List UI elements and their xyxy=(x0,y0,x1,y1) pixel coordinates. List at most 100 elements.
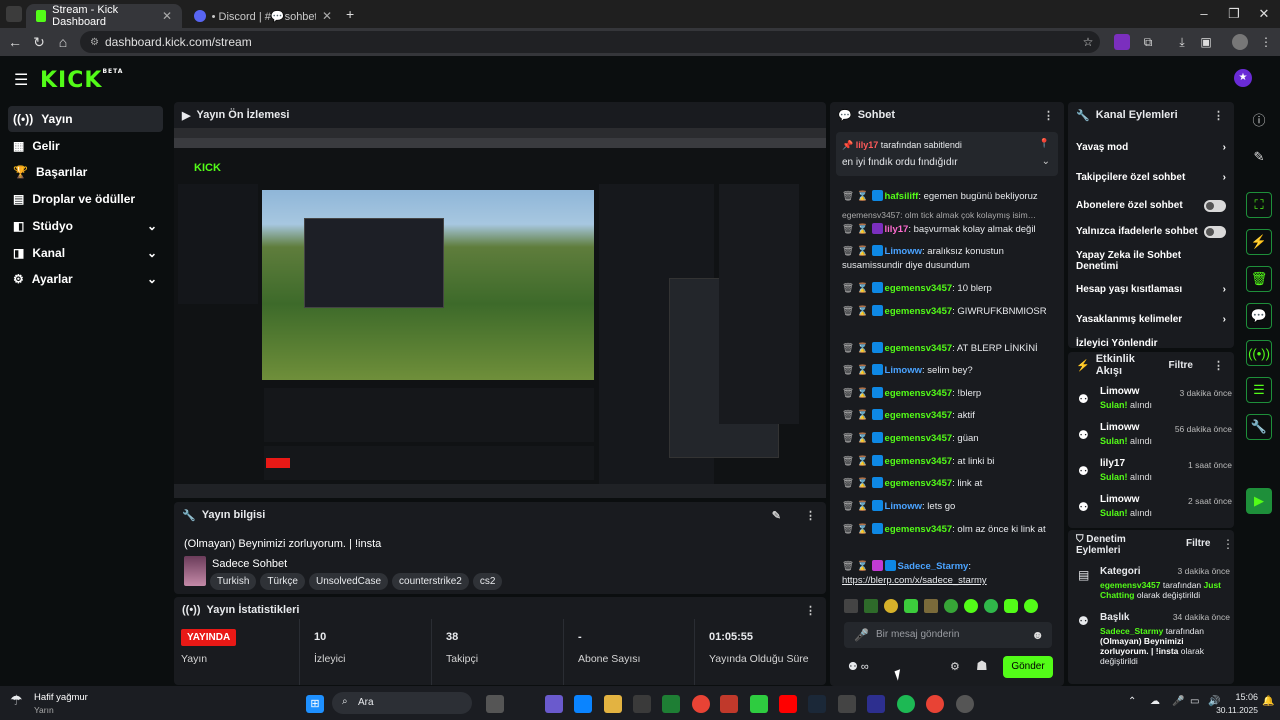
emote-icon[interactable] xyxy=(1004,599,1018,613)
emote-icon[interactable] xyxy=(944,599,958,613)
sidebar-item-yayin[interactable]: ((•)) Yayın xyxy=(8,106,163,132)
followers-only-row[interactable]: Takipçilere özel sohbet › xyxy=(1076,172,1226,183)
chat-username[interactable]: Sadece_Starmy xyxy=(898,561,969,572)
clip-icon[interactable]: ⛶ xyxy=(1246,192,1272,218)
broadcast-icon[interactable]: ((•)) xyxy=(1246,340,1272,366)
spotify-icon[interactable] xyxy=(897,695,915,713)
profile-avatar[interactable] xyxy=(1232,34,1248,50)
chrome-icon[interactable] xyxy=(926,695,944,713)
file-explorer-icon[interactable] xyxy=(604,695,622,713)
more-options-icon[interactable]: ⋮ xyxy=(1213,359,1224,372)
chat-username[interactable]: egemensv3457 xyxy=(885,524,953,535)
wrench-icon[interactable]: 🔧 xyxy=(1246,414,1272,440)
home-icon[interactable]: ⌂ xyxy=(51,34,75,50)
info-icon[interactable]: ⓘ xyxy=(1246,106,1272,132)
network-icon[interactable]: ▭ xyxy=(1190,696,1199,707)
sidebar-item-droplar[interactable]: ▤ Droplar ve ödüller xyxy=(8,186,163,212)
chat-username[interactable]: Limoww xyxy=(885,246,922,257)
task-view-icon[interactable] xyxy=(486,695,504,713)
app-icon[interactable] xyxy=(720,695,738,713)
emote-icon[interactable] xyxy=(904,599,918,613)
extension-icon[interactable] xyxy=(1114,34,1130,50)
sidebar-item-kanal[interactable]: ◨ Kanal ⌄ xyxy=(8,240,163,266)
banned-words-row[interactable]: Yasaklanmış kelimeler › xyxy=(1076,314,1226,325)
edit-pencil-icon[interactable]: ✎ xyxy=(772,509,781,522)
chrome-icon[interactable] xyxy=(692,695,710,713)
more-options-icon[interactable]: ⋮ xyxy=(1222,537,1234,551)
microphone-icon[interactable]: 🎤 xyxy=(854,628,869,642)
tab-kick-dashboard[interactable]: Stream - Kick Dashboard ✕ xyxy=(26,4,182,28)
app-icon[interactable] xyxy=(838,695,856,713)
chat-username[interactable]: Limoww xyxy=(885,365,922,376)
browser-menu-icon[interactable]: ⋮ xyxy=(1258,34,1274,50)
emote-icon[interactable] xyxy=(844,599,858,613)
tab-list-button[interactable] xyxy=(6,6,22,22)
chat-username[interactable]: egemensv3457 xyxy=(885,456,953,467)
highlight-icon[interactable]: ▶ xyxy=(1246,488,1272,514)
chat-username[interactable]: lily17 xyxy=(885,224,909,235)
sidebar-item-studyo[interactable]: ◧ Stüdyo ⌄ xyxy=(8,213,163,239)
filter-button[interactable]: Filtre xyxy=(1186,538,1210,549)
close-tab-icon[interactable]: ✕ xyxy=(162,9,172,23)
chat-username[interactable]: Limoww xyxy=(885,501,922,512)
chat-username[interactable]: egemensv3457 xyxy=(885,283,953,294)
emote-icon[interactable] xyxy=(964,599,978,613)
raid-row[interactable]: İzleyici Yönlendir xyxy=(1076,338,1226,348)
edit-pencil-icon[interactable]: ✎ xyxy=(1246,144,1272,170)
cloud-icon[interactable]: ☁ xyxy=(1150,696,1160,707)
list-icon[interactable]: ☰ xyxy=(1246,377,1272,403)
sidebar-item-basarilar[interactable]: 🏆 Başarılar xyxy=(8,159,163,185)
app-icon[interactable] xyxy=(545,695,563,713)
excel-icon[interactable] xyxy=(662,695,680,713)
emote-only-toggle[interactable] xyxy=(1204,226,1226,238)
microphone-icon[interactable]: 🎤 xyxy=(1172,696,1184,707)
chevron-down-icon[interactable]: ⌄ xyxy=(1042,156,1050,167)
more-options-icon[interactable]: ⋮ xyxy=(1043,109,1054,122)
emoji-icon[interactable]: ☻ xyxy=(1031,628,1044,642)
weather-icon[interactable]: ☂ xyxy=(10,692,23,709)
app-icon[interactable] xyxy=(867,695,885,713)
chat-username[interactable]: egemensv3457 xyxy=(885,478,953,489)
clock-time[interactable]: 15:06 xyxy=(1222,692,1258,702)
store-icon[interactable] xyxy=(633,695,651,713)
search-box[interactable]: ⌕ Ara xyxy=(332,692,472,714)
subscribers-only-toggle[interactable] xyxy=(1204,200,1226,212)
filter-button[interactable]: Filtre xyxy=(1169,360,1193,371)
maximize-icon[interactable]: ❐ xyxy=(1226,6,1242,22)
site-info-icon[interactable]: ⚙ xyxy=(90,37,99,48)
emote-icon[interactable] xyxy=(864,599,878,613)
new-tab-icon[interactable]: + xyxy=(346,6,354,22)
more-options-icon[interactable]: ⋮ xyxy=(1213,109,1224,122)
chat-username[interactable]: egemensv3457 xyxy=(885,433,953,444)
chat-settings-icon[interactable]: ⚙ xyxy=(950,660,960,673)
emote-icon[interactable] xyxy=(924,599,938,613)
clock-date[interactable]: 30.11.2025 xyxy=(1212,705,1258,715)
slow-mode-row[interactable]: Yavaş mod › xyxy=(1076,142,1226,153)
preview-video[interactable]: KICK xyxy=(174,128,826,498)
hamburger-menu-icon[interactable]: ☰ xyxy=(14,70,28,90)
flash-icon[interactable]: ⚡ xyxy=(1246,229,1272,255)
unpin-icon[interactable]: 📍 xyxy=(1039,138,1050,149)
url-input[interactable]: ⚙ dashboard.kick.com/stream xyxy=(80,31,1100,53)
pinned-message[interactable]: 📌 lily17 tarafından sabitlendi en iyi fı… xyxy=(836,132,1058,176)
download-icon[interactable]: ⤓ xyxy=(1174,34,1190,50)
emote-icon[interactable] xyxy=(1024,599,1038,613)
more-options-icon[interactable]: ⋮ xyxy=(805,604,816,617)
notification-icon[interactable]: 🔔 xyxy=(1262,696,1274,707)
send-button[interactable]: Gönder xyxy=(1003,656,1053,678)
ai-moderation-row[interactable]: Yapay Zeka ile Sohbet Denetimi xyxy=(1076,250,1196,272)
emote-icon[interactable] xyxy=(984,599,998,613)
back-icon[interactable]: ← xyxy=(3,34,27,50)
chat-input[interactable]: 🎤 Bir mesaj gönderin ☻ xyxy=(844,622,1052,648)
more-options-icon[interactable]: ⋮ xyxy=(805,509,816,522)
account-age-row[interactable]: Hesap yaşı kısıtlaması › xyxy=(1076,284,1226,295)
kick-logo[interactable]: KICKBETA xyxy=(40,68,123,93)
minimize-icon[interactable]: – xyxy=(1196,6,1212,22)
chat-username[interactable]: hafsiliff xyxy=(885,191,919,202)
chat-username[interactable]: egemensv3457 xyxy=(885,410,953,421)
bookmark-star-icon[interactable]: ☆ xyxy=(1080,34,1096,50)
youtube-icon[interactable] xyxy=(779,695,797,713)
emote-icon[interactable] xyxy=(884,599,898,613)
steam-icon[interactable] xyxy=(808,695,826,713)
edge-icon[interactable] xyxy=(574,695,592,713)
